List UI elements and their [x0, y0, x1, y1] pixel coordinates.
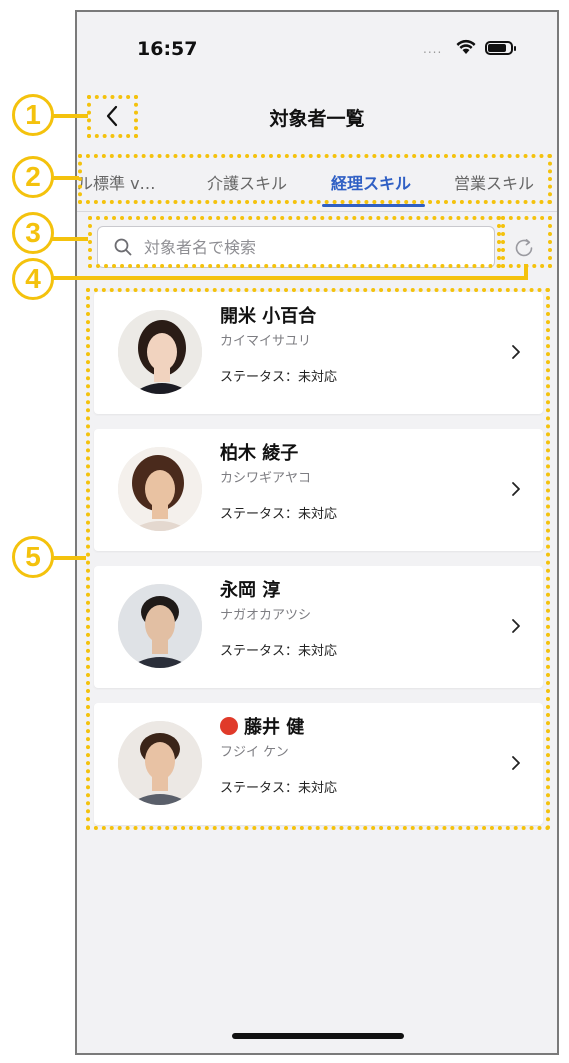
active-tab-indicator: [322, 204, 425, 207]
status-bar: 16:57 ....: [77, 12, 557, 82]
status-time: 16:57: [137, 38, 198, 60]
annotation-box-back: [87, 95, 138, 138]
annotation-leader: [52, 176, 79, 180]
home-indicator: [232, 1033, 404, 1039]
annotation-box-search: [88, 216, 501, 268]
annotation-leader: [52, 114, 88, 118]
annotation-box-refresh: [501, 216, 552, 268]
annotation-marker-4: 4: [12, 258, 54, 300]
annotation-marker-1: 1: [12, 94, 54, 136]
battery-icon: [485, 41, 516, 55]
annotation-box-list: [86, 288, 550, 830]
cellular-signal-icon: ....: [423, 42, 443, 56]
annotation-leader: [52, 556, 86, 560]
nav-bar: 対象者一覧: [77, 88, 557, 144]
page-title: 対象者一覧: [269, 108, 365, 130]
wifi-icon: [456, 39, 476, 54]
annotation-marker-3: 3: [12, 212, 54, 254]
annotation-leader: [524, 264, 528, 280]
annotation-marker-5: 5: [12, 536, 54, 578]
annotation-leader: [52, 276, 527, 280]
annotation-box-tabs: [78, 154, 552, 204]
annotation-leader: [52, 237, 88, 241]
annotation-marker-2: 2: [12, 156, 54, 198]
